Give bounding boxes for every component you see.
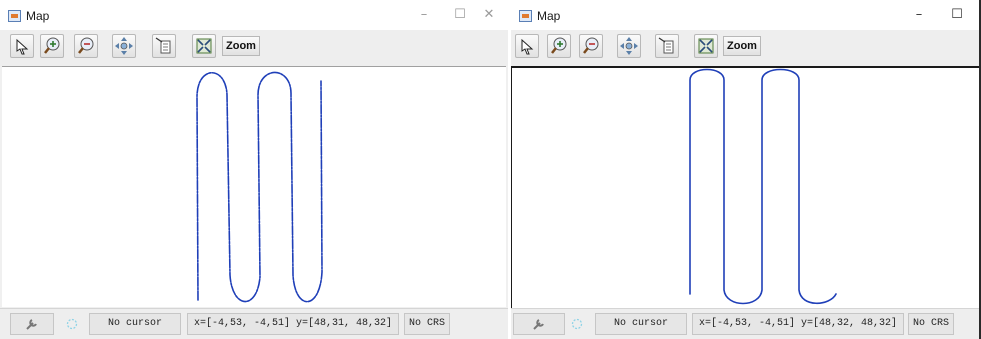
zoom-full-extent-button[interactable] (192, 34, 216, 58)
zoom-full-extent-icon (698, 38, 714, 54)
cursor-position-label: No cursor (595, 313, 687, 335)
map-canvas[interactable] (2, 66, 506, 307)
busy-indicator (62, 313, 82, 335)
pan-icon (620, 37, 638, 55)
spinner-icon (571, 318, 583, 330)
cursor-position-label: No cursor (89, 313, 181, 335)
spinner-icon (66, 318, 78, 330)
map-toolbar: Zoom (511, 30, 981, 66)
tool-settings-button[interactable] (10, 313, 54, 335)
title-bar: Map – ☐ (511, 0, 981, 30)
zoom-out-icon (78, 37, 94, 54)
zoom-out-button[interactable] (74, 34, 98, 58)
pan-tool-button[interactable] (112, 34, 136, 58)
map-extent-label: x=[-4,53, -4,51] y=[48,32, 48,32] (692, 313, 904, 335)
zoom-in-icon (44, 37, 60, 54)
map-window-right: Map – ☐ Zoom No cursor x=[-4,53, -4,51] … (511, 0, 981, 339)
info-tool-button[interactable] (655, 34, 679, 58)
pointer-icon (521, 38, 534, 55)
pan-icon (115, 37, 133, 55)
pointer-tool-button[interactable] (515, 34, 539, 58)
zoom-label-button[interactable]: Zoom (222, 36, 260, 56)
minimize-button[interactable]: – (414, 6, 434, 24)
pointer-icon (16, 38, 29, 55)
pan-tool-button[interactable] (617, 34, 641, 58)
title-bar: Map – ☐ ✕ (0, 0, 508, 30)
window-title: Map (537, 9, 561, 23)
info-icon (658, 37, 674, 54)
zoom-in-icon (551, 37, 567, 54)
close-button[interactable]: ✕ (479, 6, 499, 24)
track-path-loop-1 (196, 71, 323, 303)
maximize-button[interactable]: ☐ (450, 6, 470, 24)
info-icon (155, 37, 171, 54)
pointer-tool-button[interactable] (10, 34, 34, 58)
window-title: Map (26, 9, 50, 23)
minimize-button[interactable]: – (909, 6, 929, 24)
crs-button[interactable]: No CRS (404, 313, 450, 335)
track-path-loop-1 (689, 68, 837, 305)
map-toolbar: Zoom (0, 30, 508, 66)
status-bar: No cursor x=[-4,53, -4,51] y=[48,31, 48,… (0, 308, 508, 339)
wrench-icon (533, 319, 544, 330)
app-icon (519, 10, 532, 22)
maximize-button[interactable]: ☐ (947, 6, 967, 24)
map-window-left: Map – ☐ ✕ Zoom No cursor x=[-4,53, -4,51… (0, 0, 508, 339)
track-layer (689, 68, 837, 305)
zoom-full-extent-icon (196, 38, 212, 54)
zoom-out-button[interactable] (579, 34, 603, 58)
tool-settings-button[interactable] (513, 313, 565, 335)
info-tool-button[interactable] (152, 34, 176, 58)
zoom-out-icon (583, 37, 599, 54)
map-extent-label: x=[-4,53, -4,51] y=[48,31, 48,32] (187, 313, 399, 335)
status-bar: No cursor x=[-4,53, -4,51] y=[48,32, 48,… (511, 308, 981, 339)
zoom-in-button[interactable] (40, 34, 64, 58)
zoom-label-button[interactable]: Zoom (723, 36, 761, 56)
track-layer (196, 71, 323, 303)
crs-button[interactable]: No CRS (908, 313, 954, 335)
zoom-full-extent-button[interactable] (694, 34, 718, 58)
app-icon (8, 10, 21, 22)
busy-indicator (567, 313, 587, 335)
zoom-in-button[interactable] (547, 34, 571, 58)
wrench-icon (26, 319, 37, 330)
map-canvas[interactable] (511, 66, 981, 308)
